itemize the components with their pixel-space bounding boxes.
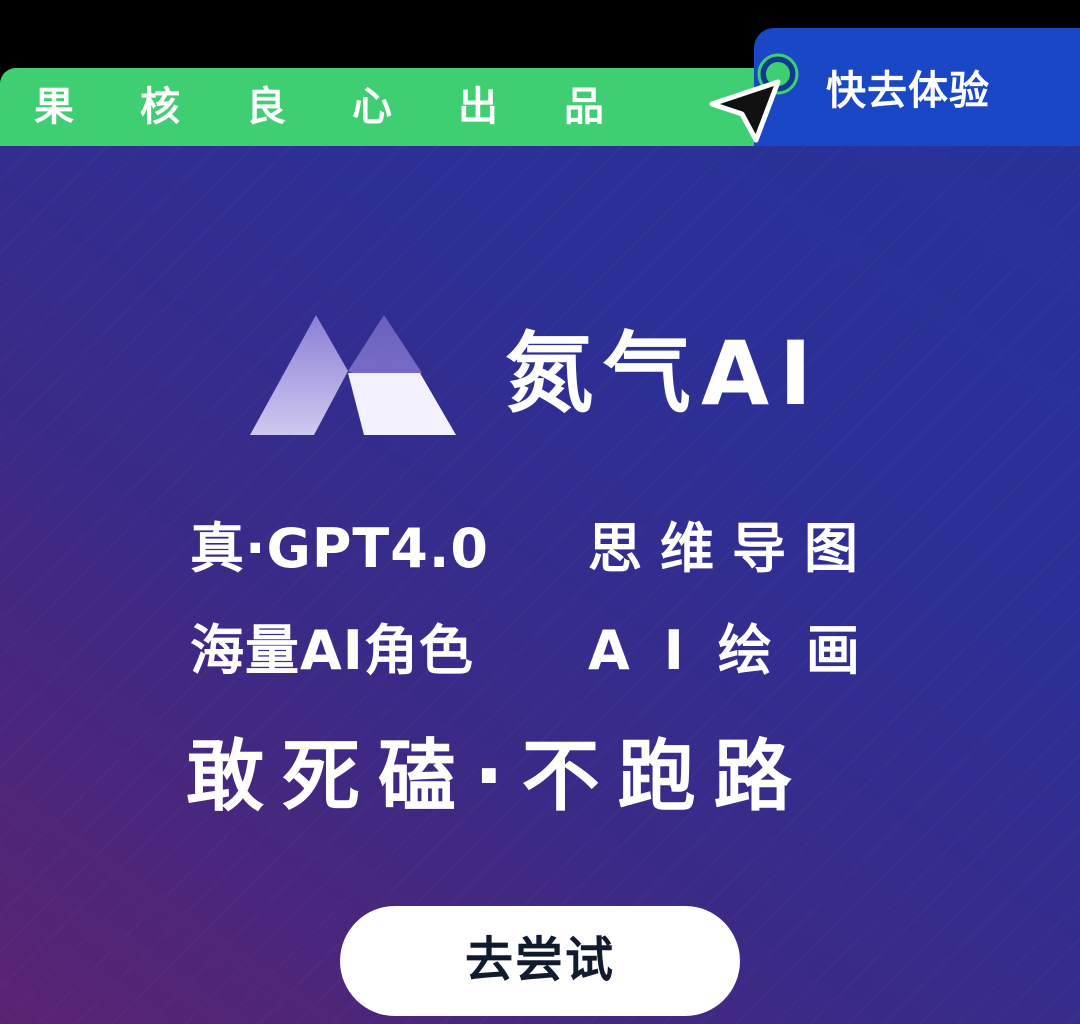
experience-cta-button[interactable]: 快去体验 [754,28,1080,146]
try-button-label: 去尝试 [464,934,615,987]
slogan-text: 果核良心出品 [34,84,670,130]
brand-name: 氮气AI [505,322,822,425]
feature-gpt4: 真·GPT4.0 [190,517,489,580]
logo-mark-icon [250,313,460,438]
feature-ai-painting: AI绘画 [588,619,894,682]
promo-card: 果核良心出品 氮气AI 真·GPT4.0 思维导图 海量AI角色 AI绘画 敢死… [0,68,1080,1024]
tagline: 敢死磕·不跑路 [186,732,810,822]
cursor-arrow-icon [706,76,782,144]
experience-cta-label: 快去体验 [826,68,990,114]
feature-mindmap: 思维导图 [588,517,876,580]
slogan-banner: 果核良心出品 [0,68,800,146]
try-button[interactable]: 去尝试 [340,906,740,1016]
feature-ai-roles: 海量AI角色 [190,619,474,682]
